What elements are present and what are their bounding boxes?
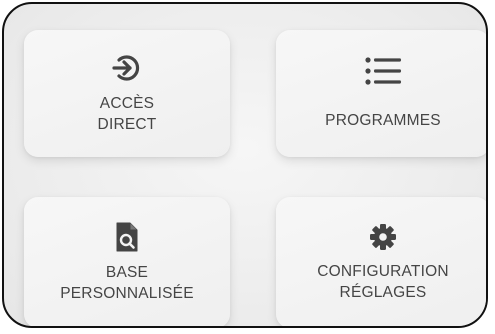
acces-direct-label-line2: DIRECT <box>97 115 157 133</box>
configuration-reglages-label: CONFIGURATION RÉGLAGES <box>317 261 448 303</box>
menu-panel: ACCÈS DIRECT PROGRAMMES BASE PERSONNALIS… <box>2 2 488 328</box>
base-personnalisee-label: BASE PERSONNALISÉE <box>60 262 194 304</box>
gear-icon <box>369 223 397 251</box>
configuration-reglages-label-line1: CONFIGURATION <box>317 262 449 280</box>
base-personnalisee-button[interactable]: BASE PERSONNALISÉE <box>24 197 230 326</box>
list-icon <box>364 56 402 86</box>
programmes-label-line1: PROGRAMMES <box>325 112 441 129</box>
programmes-button[interactable]: PROGRAMMES <box>276 30 486 157</box>
acces-direct-label: ACCÈS DIRECT <box>98 93 157 135</box>
base-personnalisee-label-line1: BASE <box>105 263 149 281</box>
programmes-label: PROGRAMMES <box>325 110 441 131</box>
base-personnalisee-label-line2: PERSONNALISÉE <box>60 284 194 302</box>
configuration-reglages-label-line2: RÉGLAGES <box>339 283 427 301</box>
sign-in-icon <box>110 53 144 83</box>
acces-direct-label-line1: ACCÈS <box>99 94 155 112</box>
file-search-icon <box>115 222 139 252</box>
acces-direct-button[interactable]: ACCÈS DIRECT <box>24 30 230 157</box>
configuration-reglages-button[interactable]: CONFIGURATION RÉGLAGES <box>276 197 486 326</box>
